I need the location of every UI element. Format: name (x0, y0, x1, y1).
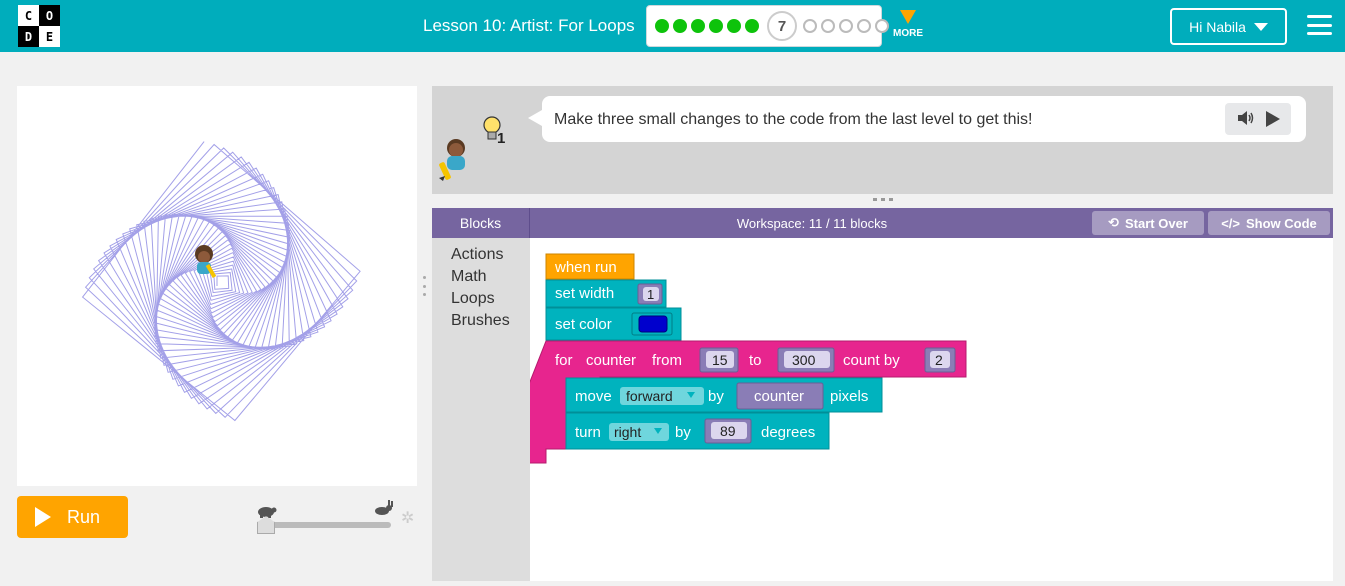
level-dot-completed[interactable] (745, 19, 759, 33)
level-progress: 7 (646, 5, 889, 47)
toolbox-category-brushes[interactable]: Brushes (451, 312, 510, 330)
audio-player[interactable] (1225, 103, 1291, 135)
user-greeting: Hi Nabila (1189, 18, 1246, 35)
code-icon: </> (1221, 215, 1240, 231)
for-label: for (555, 352, 573, 369)
instructions-resize-handle[interactable] (873, 198, 893, 202)
level-dot-completed[interactable] (727, 19, 741, 33)
logo-letter: E (39, 26, 60, 47)
more-label: MORE (893, 28, 923, 39)
turn-direction: right (614, 424, 641, 440)
spiral-drawing (81, 141, 361, 422)
set-color-label: set color (555, 316, 612, 333)
move-by-label: by (708, 388, 724, 405)
turn-unit: degrees (761, 424, 815, 441)
when-run-block[interactable]: when run (545, 253, 635, 280)
count-by-value: 2 (935, 352, 943, 368)
set-width-label: set width (555, 285, 614, 302)
count-by-label: count by (843, 352, 900, 369)
to-value: 300 (792, 352, 816, 368)
start-over-label: Start Over (1125, 215, 1188, 231)
rabbit-icon (372, 500, 394, 519)
hamburger-icon[interactable] (1307, 15, 1332, 35)
move-unit: pixels (830, 388, 868, 405)
speed-slider[interactable]: ✲ (255, 500, 420, 538)
set-width-value: 1 (647, 287, 654, 302)
set-width-block[interactable]: set width 1 (545, 279, 667, 308)
instruction-text: Make three small changes to the code fro… (554, 111, 1033, 128)
gear-icon[interactable]: ✲ (401, 508, 414, 528)
level-dot-completed[interactable] (655, 19, 669, 33)
level-dot-upcoming[interactable] (839, 19, 853, 33)
speed-track[interactable] (265, 522, 391, 528)
when-run-label: when run (554, 259, 617, 276)
level-dot-upcoming[interactable] (875, 19, 889, 33)
move-direction: forward (626, 388, 673, 404)
artist-avatar (439, 139, 465, 181)
user-menu-button[interactable]: Hi Nabila (1170, 8, 1287, 45)
caret-down-icon (1253, 22, 1268, 31)
blockly-workspace[interactable]: when run set width 1 set color for count… (497, 238, 1333, 581)
triangle-down-icon (900, 10, 916, 24)
play-icon (35, 507, 51, 527)
more-button[interactable]: MORE (892, 10, 924, 39)
hint-count: 1 (497, 130, 506, 147)
toolbox: Actions Math Loops Brushes (432, 238, 530, 581)
level-dot-upcoming[interactable] (803, 19, 817, 33)
turn-value: 89 (720, 423, 736, 439)
level-dot-upcoming[interactable] (821, 19, 835, 33)
move-block[interactable]: move forward by counter pixels (565, 377, 883, 413)
lesson-title[interactable]: Lesson 10: Artist: For Loops (423, 16, 635, 36)
level-dot-completed[interactable] (691, 19, 705, 33)
start-over-button[interactable]: ⟲ Start Over (1092, 211, 1204, 235)
from-value: 15 (712, 352, 728, 368)
undo-icon: ⟲ (1108, 215, 1120, 230)
blocks-tab: Blocks (432, 208, 530, 238)
toolbox-category-math[interactable]: Math (451, 268, 487, 286)
spiral-path (81, 141, 361, 422)
resize-handle[interactable] (421, 276, 427, 296)
show-code-button[interactable]: </> Show Code (1208, 211, 1330, 235)
workspace-header: Blocks Workspace: 11 / 11 blocks ⟲ Start… (432, 208, 1333, 238)
logo-letter: D (18, 26, 39, 47)
from-label: from (652, 352, 682, 369)
workspace-title: Workspace: 11 / 11 blocks (736, 216, 888, 231)
code-org-logo[interactable]: C O D E (18, 5, 60, 47)
toolbox-category-actions[interactable]: Actions (451, 246, 503, 264)
level-dot-upcoming[interactable] (857, 19, 871, 33)
block-program: when run set width 1 set color for count… (497, 253, 967, 470)
run-button[interactable]: Run (17, 496, 128, 538)
artist-canvas (17, 86, 417, 486)
logo-letter: O (39, 5, 60, 26)
level-dot-current[interactable]: 7 (767, 11, 797, 41)
set-color-block[interactable]: set color (545, 307, 682, 341)
turn-label: turn (575, 424, 601, 441)
top-header: C O D E Lesson 10: Artist: For Loops 7 M… (0, 0, 1345, 52)
play-icon[interactable] (1265, 111, 1280, 127)
turn-by-label: by (675, 424, 691, 441)
speaker-icon[interactable] (1237, 110, 1255, 129)
for-variable: counter (586, 352, 636, 369)
turn-block[interactable]: turn right by 89 degrees (565, 412, 830, 450)
move-label: move (575, 388, 612, 405)
run-label: Run (67, 506, 101, 527)
toolbox-category-loops[interactable]: Loops (451, 290, 495, 308)
move-value: counter (754, 388, 804, 405)
logo-letter: C (18, 5, 39, 26)
show-code-label: Show Code (1246, 215, 1317, 231)
to-label: to (749, 352, 762, 369)
level-dot-completed[interactable] (709, 19, 723, 33)
level-dot-completed[interactable] (673, 19, 687, 33)
instruction-bubble: Make three small changes to the code fro… (528, 96, 1306, 142)
color-swatch (638, 315, 668, 333)
